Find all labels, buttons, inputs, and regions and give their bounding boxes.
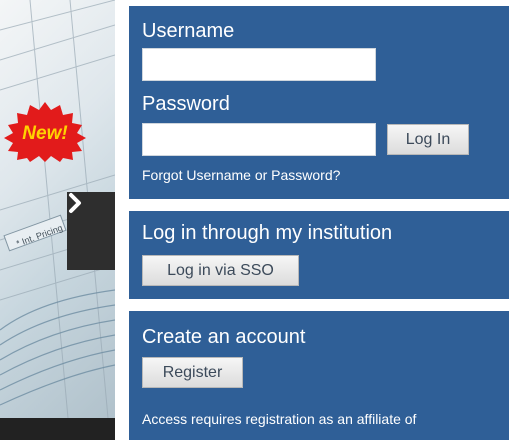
new-badge-text: New!	[22, 123, 67, 144]
password-input[interactable]	[142, 123, 376, 156]
register-panel: Create an account Register Access requir…	[129, 311, 509, 440]
register-heading: Create an account	[142, 326, 306, 348]
forgot-credentials-link[interactable]: Forgot Username or Password?	[142, 167, 340, 183]
chevron-right-icon	[69, 193, 81, 213]
login-panel: Username Password Log In Forgot Username…	[129, 6, 509, 199]
institution-login-panel: Log in through my institution Log in via…	[129, 211, 509, 299]
institution-heading: Log in through my institution	[142, 222, 393, 244]
username-label: Username	[142, 20, 235, 42]
sso-login-button[interactable]: Log in via SSO	[142, 255, 299, 286]
login-button[interactable]: Log In	[387, 124, 469, 155]
banner-footer-strip	[0, 418, 115, 440]
new-badge: New!	[0, 100, 90, 162]
login-page: * Int. Pricing New! Username Password Lo…	[0, 0, 509, 440]
promo-banner: * Int. Pricing New!	[0, 0, 115, 440]
register-button[interactable]: Register	[142, 357, 243, 388]
username-input[interactable]	[142, 48, 376, 81]
carousel-next-button[interactable]	[67, 192, 115, 270]
password-label: Password	[142, 93, 230, 115]
registration-note: Access requires registration as an affil…	[142, 411, 417, 427]
